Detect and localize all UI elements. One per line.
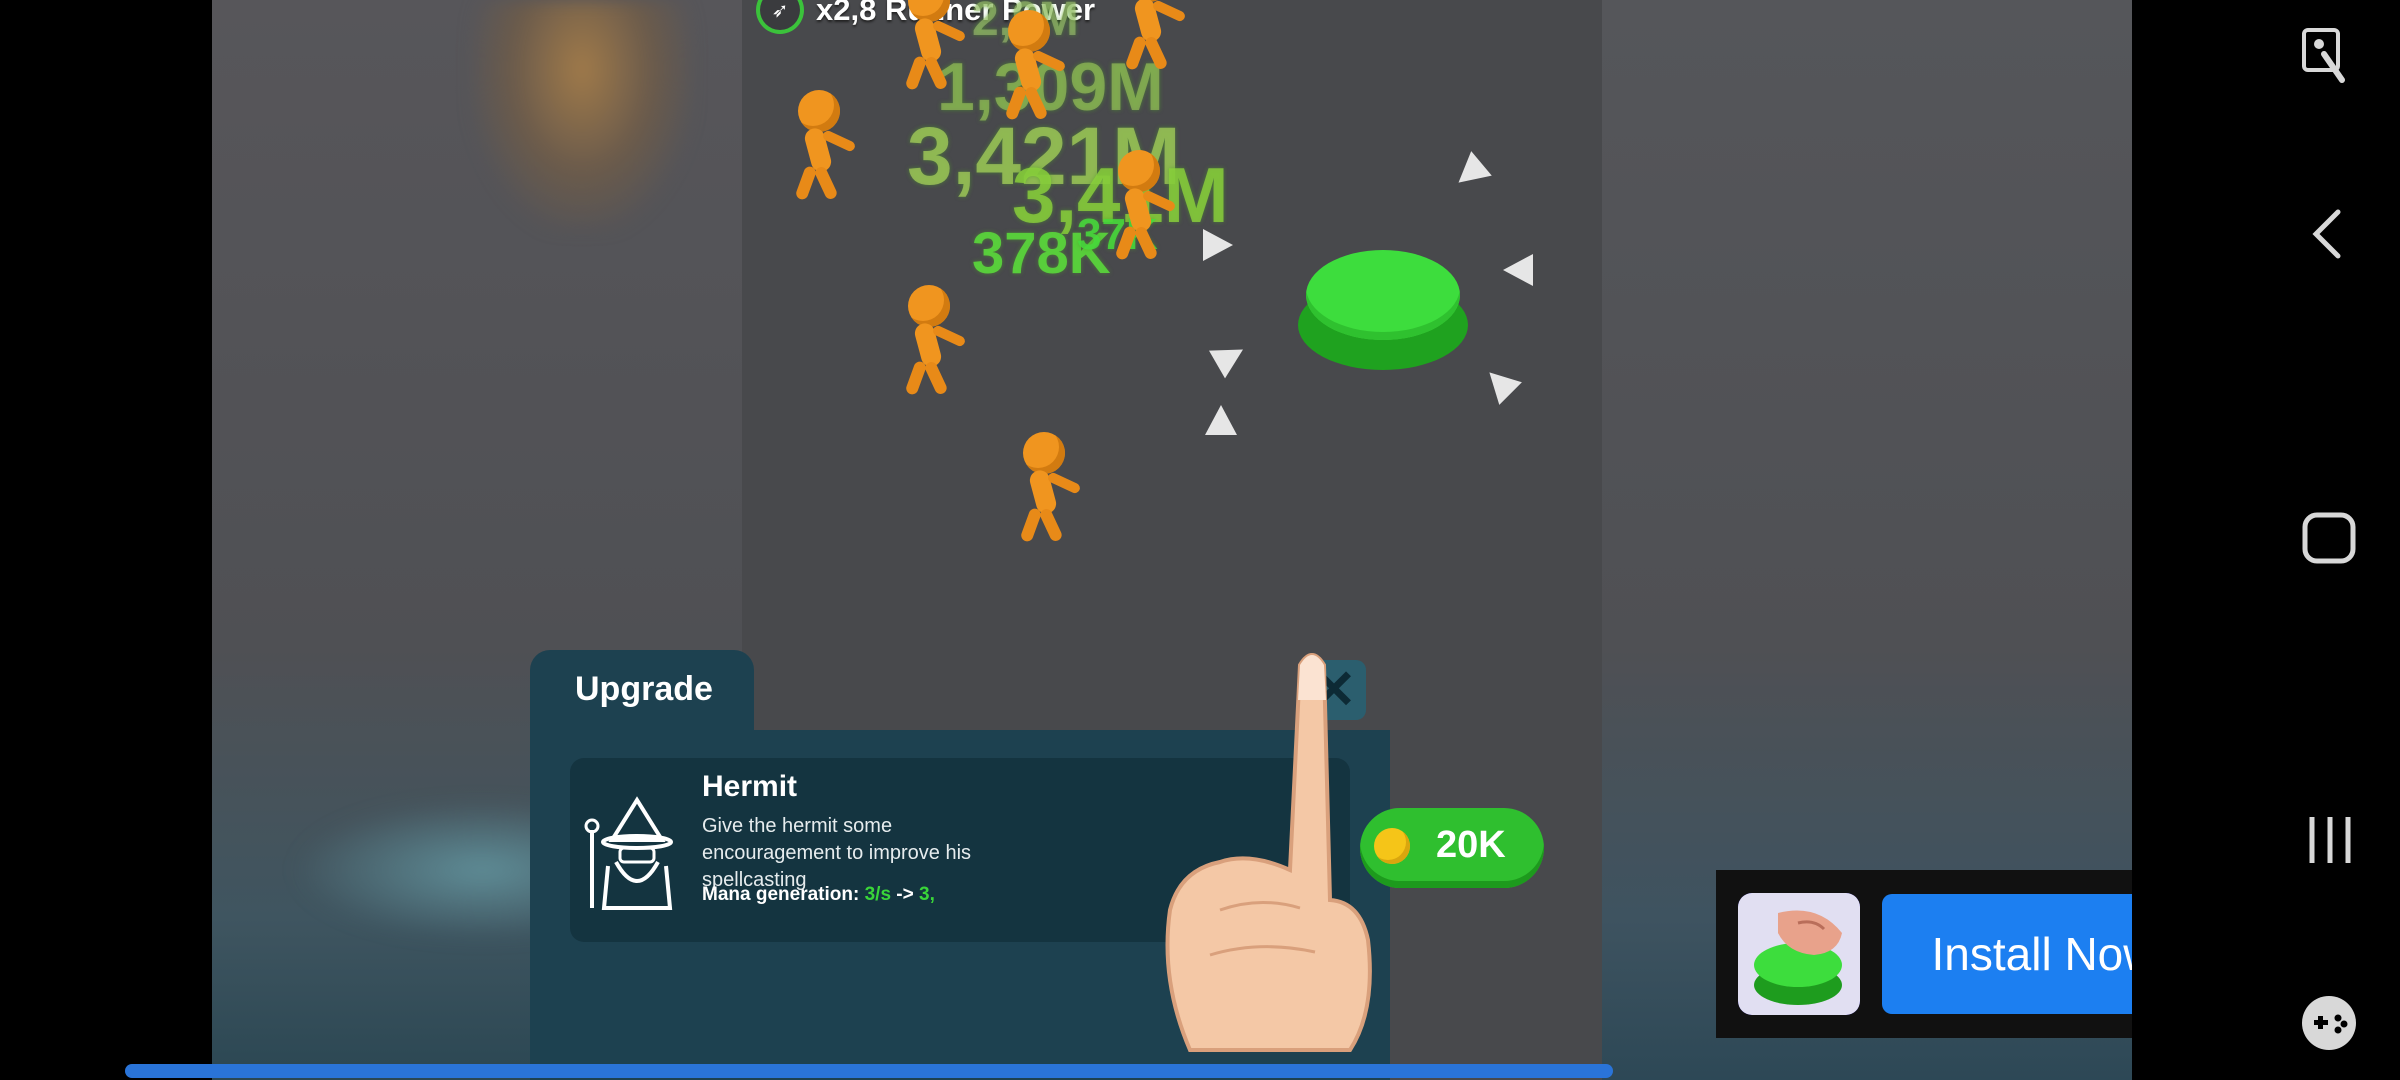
mana-generation-stat: Mana generation: 3/s -> 3, bbox=[702, 884, 935, 906]
arrow-left-icon bbox=[1503, 254, 1533, 286]
arrow-left-icon bbox=[1448, 151, 1492, 195]
upgrade-item-name: Hermit bbox=[702, 770, 798, 803]
runner-character bbox=[1102, 150, 1177, 262]
upgrade-item-description: Give the hermit some encouragement to im… bbox=[702, 815, 972, 891]
upgrade-tab-label: Upgrade bbox=[575, 670, 713, 708]
arrow-right-icon bbox=[1209, 335, 1251, 379]
arrow-left-icon bbox=[1478, 361, 1522, 405]
runner-character bbox=[992, 10, 1067, 122]
game-tools-icon[interactable] bbox=[2300, 994, 2358, 1052]
upgrade-price: 20K bbox=[1436, 824, 1506, 866]
cursor-icon: ➶ bbox=[756, 0, 804, 34]
blurred-orange-glow bbox=[472, 0, 692, 230]
arrow-right-icon bbox=[1203, 229, 1233, 261]
back-icon[interactable] bbox=[2312, 208, 2342, 260]
runner-character bbox=[892, 285, 967, 397]
wizard-icon bbox=[584, 796, 673, 910]
buy-upgrade-button[interactable]: 20K bbox=[1360, 808, 1544, 888]
runner-character bbox=[782, 90, 857, 202]
tab-upgrade[interactable]: Upgrade bbox=[530, 650, 754, 736]
big-green-tap-button[interactable] bbox=[1298, 230, 1468, 380]
screen-lock-icon[interactable] bbox=[2302, 28, 2346, 86]
navigation-bar bbox=[2132, 0, 2400, 1080]
mana-current: 3/s bbox=[864, 884, 892, 905]
mana-next: 3, bbox=[919, 884, 935, 905]
video-progress-bar[interactable] bbox=[125, 1064, 1613, 1078]
home-icon[interactable] bbox=[2302, 512, 2356, 564]
mana-arrow: -> bbox=[896, 884, 914, 905]
game-button-app-icon[interactable] bbox=[1738, 893, 1860, 1015]
pointing-hand-icon bbox=[1165, 653, 1372, 1052]
runner-character bbox=[1112, 0, 1187, 72]
runner-character bbox=[892, 0, 967, 92]
mana-label: Mana generation: bbox=[702, 884, 860, 905]
recents-icon[interactable] bbox=[2306, 814, 2354, 866]
arrow-up-icon bbox=[1205, 405, 1237, 435]
runner-character bbox=[1007, 432, 1082, 544]
